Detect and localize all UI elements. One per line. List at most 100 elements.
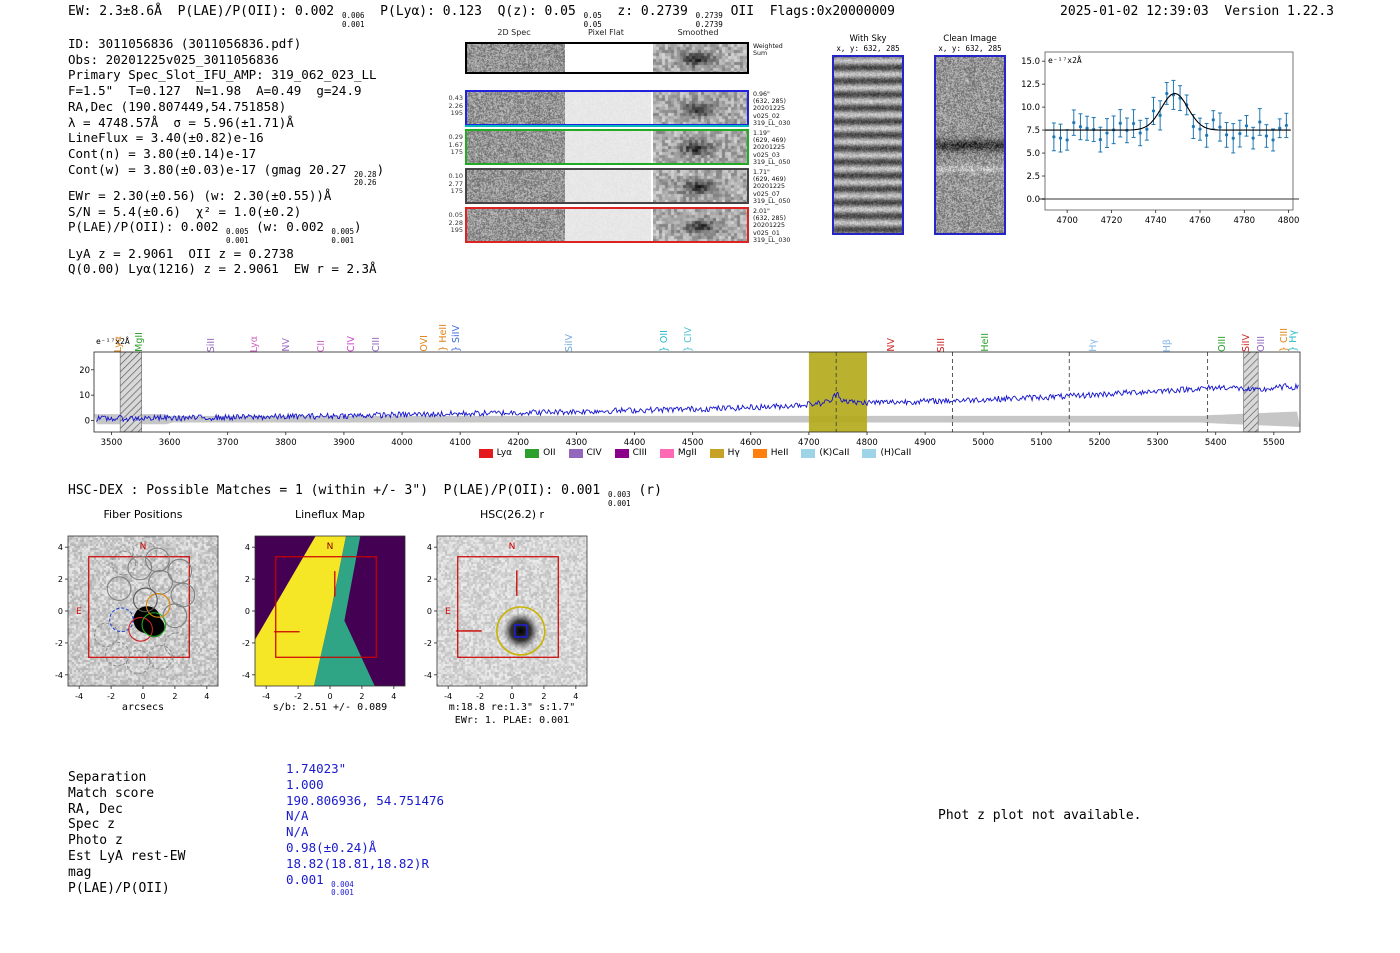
report-datetime: 2025-01-02 12:39:03 (1060, 4, 1209, 19)
row-marker-line (465, 125, 749, 127)
zoom-units-label: e⁻¹⁷x2Å (1048, 56, 1082, 65)
svg-text:-4: -4 (444, 692, 452, 701)
svg-text:5400: 5400 (1205, 438, 1227, 448)
match-label: mag (68, 864, 92, 880)
svg-text:4740: 4740 (1145, 216, 1167, 226)
masked-band (1243, 351, 1259, 433)
data-point (1085, 115, 1090, 141)
north-label: N (509, 542, 516, 552)
data-point (1131, 109, 1136, 138)
info-line: P(LAE)/P(OII): 0.002 0.005 0.001 (w: 0.00… (68, 219, 362, 245)
svg-text:10: 10 (80, 391, 90, 401)
timestamp-line: 2025-01-02 12:39:03 Version 1.22.3 (1060, 4, 1334, 19)
with-sky-coords: x, y: 632, 285 (836, 44, 900, 53)
match-value: 18.82(18.81,18.82)R (286, 855, 429, 871)
clean-image-title: Clean Image (943, 34, 997, 44)
svg-text:-4: -4 (262, 692, 270, 701)
match-value: 1.74023" (286, 761, 347, 776)
svg-text:5.0: 5.0 (1026, 149, 1040, 159)
svg-text:-2: -2 (424, 639, 432, 648)
full-spectrum-plot: 3500 3600 3700 3800 3900 4000 4100 4200 4300 4400… (79, 348, 1310, 452)
svg-text:4700: 4700 (798, 438, 820, 448)
stacked-fraction: 0.005 0.001 (226, 227, 249, 245)
smoothed-image (653, 170, 747, 202)
stacked-fraction: 0.005 0.001 (331, 227, 354, 245)
match-label: RA, Dec (68, 801, 123, 817)
stacked-fraction: 0.006 0.001 (341, 11, 365, 29)
legend-swatch (525, 448, 540, 458)
legend-swatch (568, 448, 583, 458)
spec2d-col-header: 2D Spec (497, 28, 531, 37)
data-point (1105, 118, 1109, 149)
svg-text:4900: 4900 (914, 438, 936, 448)
data-point (1217, 112, 1222, 142)
spec2d-cutout-image (467, 92, 565, 124)
svg-text:-4: -4 (424, 671, 432, 680)
info-line: ID: 3011056836 (3011056836.pdf) (68, 36, 302, 51)
svg-text:0: 0 (58, 607, 63, 616)
spec2d-row-left-label: 0.10 2.77 175 (448, 172, 463, 195)
svg-text:3800: 3800 (275, 438, 297, 448)
match-row: Spec z N/A (68, 808, 444, 833)
legend-swatch (801, 448, 816, 458)
match-value: 0.98(±0.24)Å (286, 839, 377, 855)
stacked-fraction: 0.004 0.001 (331, 879, 354, 898)
data-point (1118, 109, 1123, 138)
fiber-circle (162, 603, 188, 629)
legend-item: CIV (568, 448, 602, 458)
data-point (1224, 122, 1229, 148)
svg-text:4500: 4500 (682, 438, 704, 448)
hsc-caption-2: EWr: 1. PLAE: 0.001 (454, 714, 570, 726)
data-point (1277, 118, 1282, 139)
pixel-flat-image (565, 92, 651, 124)
svg-text:15.0: 15.0 (1021, 57, 1040, 67)
data-point (1211, 110, 1216, 130)
legend-item: MgII (659, 448, 697, 458)
svg-text:4: 4 (391, 692, 396, 701)
data-point (1264, 124, 1269, 148)
svg-text:2: 2 (245, 575, 250, 584)
svg-text:2: 2 (541, 692, 546, 701)
match-row: P(LAE)/P(OII) 0.001 0.004 0.001 (68, 872, 444, 906)
info-line: λ = 4748.57Å σ = 5.96(±1.71)Å (68, 114, 294, 130)
data-point (1051, 122, 1056, 152)
svg-text:-4: -4 (242, 671, 250, 680)
svg-text:-2: -2 (107, 692, 115, 701)
line-fit-svg: 0.0 2.5 5.0 7.5 10.0 12.5 15.0 4700 4720 4740 4760… (1021, 51, 1300, 226)
svg-text:4: 4 (204, 692, 209, 701)
svg-text:4: 4 (245, 543, 250, 552)
pixel-flat-image (565, 170, 651, 202)
spec2d-cutout-image (467, 131, 565, 163)
svg-text:0: 0 (427, 607, 432, 616)
data-point (1171, 79, 1176, 110)
svg-text:10.0: 10.0 (1021, 103, 1040, 113)
svg-text:2.5: 2.5 (1026, 172, 1040, 182)
info-line: S/N = 5.4(±0.6) χ² = 1.0(±0.2) (68, 203, 302, 219)
svg-text:0: 0 (509, 692, 514, 701)
lineflux-map-image: -4 -4 -2 -2 0 0 2 2 4 4 N (242, 535, 406, 701)
svg-text:3900: 3900 (333, 438, 355, 448)
smoothed-image (653, 44, 747, 72)
svg-text:5100: 5100 (1031, 438, 1053, 448)
info-line: LyA z = 2.9061 OII z = 0.2738 (68, 245, 294, 261)
data-point (1078, 113, 1083, 141)
match-row: mag 18.82(18.81,18.82)R (68, 856, 444, 881)
spec2d-row-right-label: 2.01" (632, 285) 20201225 v025_01 319_LL_030 (753, 208, 791, 244)
with-sky-title: With Sky (849, 34, 887, 44)
svg-text:5200: 5200 (1089, 438, 1111, 448)
svg-text:0.0: 0.0 (1026, 195, 1040, 205)
info-line: Cont(n) = 3.80(±0.14)e-17 (68, 145, 257, 161)
with-sky-image (832, 55, 904, 235)
elixer-report: EW: 2.3±8.6Å P(LAE)/P(OII): 0.002 0.006 0… (0, 0, 1400, 953)
svg-text:4100: 4100 (449, 438, 471, 448)
svg-text:4: 4 (58, 543, 63, 552)
match-label: Est LyA rest-EW (68, 848, 186, 864)
match-row: RA, Dec 190.806936, 54.751476 (68, 793, 444, 818)
match-value: 1.000 (286, 776, 324, 792)
galaxy-blob (502, 612, 540, 650)
legend-swatch (659, 448, 674, 458)
fiber-circle (106, 576, 132, 602)
match-value: 190.806936, 54.751476 (286, 792, 445, 808)
hsc-captions: m:18.8 re:1.3" s:1.7" EWr: 1. PLAE: 0.001 (417, 702, 607, 727)
svg-text:4800: 4800 (1278, 216, 1300, 226)
